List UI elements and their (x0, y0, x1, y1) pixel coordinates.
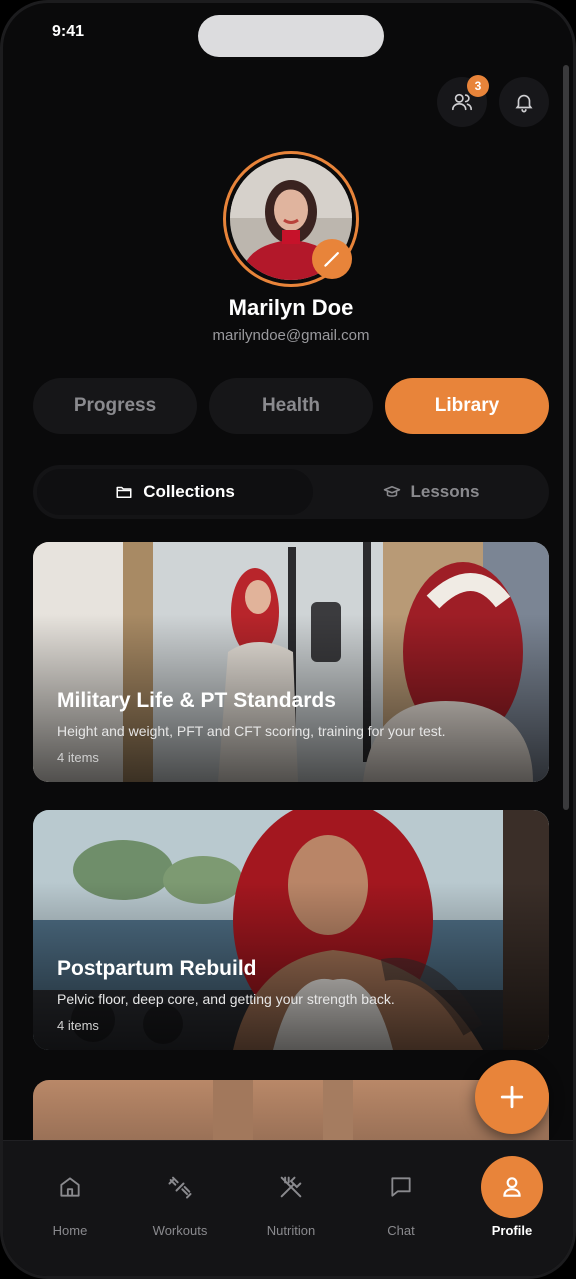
subtab-lessons-label: Lessons (410, 482, 480, 501)
nav-profile[interactable]: Profile (462, 1156, 562, 1238)
folder-icon (116, 486, 132, 498)
edit-avatar-button[interactable] (312, 239, 352, 279)
users-icon (452, 93, 472, 111)
subtab-lessons[interactable]: Lessons (317, 469, 545, 515)
collection-title: Postpartum Rebuild (57, 957, 257, 980)
bottom-tab-bar: Home Workouts Nutrition Chat Profile (3, 1140, 573, 1276)
nav-home-label: Home (52, 1223, 88, 1238)
nav-home[interactable]: Home (20, 1161, 120, 1238)
phone-screen: 9:41 3 Marilyn Doe marilyndoe@gmail.com … (0, 0, 576, 1279)
collection-count: 4 items (57, 1018, 99, 1033)
user-icon (503, 1177, 521, 1197)
notifications-button[interactable] (499, 77, 549, 127)
bell-icon (515, 94, 533, 113)
dynamic-island (198, 15, 384, 57)
collection-count: 4 items (57, 750, 99, 765)
nav-profile-label: Profile (491, 1223, 533, 1238)
pencil-icon (324, 252, 339, 267)
tab-library[interactable]: Library (385, 378, 549, 434)
nav-chat-label: Chat (387, 1223, 415, 1238)
friends-badge: 3 (467, 75, 489, 97)
tab-progress[interactable]: Progress (33, 378, 197, 434)
collection-card-partial[interactable] (33, 1080, 549, 1140)
nav-workouts-label: Workouts (152, 1223, 208, 1238)
card-gradient (33, 542, 549, 782)
dumbbell-icon (168, 1176, 192, 1199)
library-subtabs: Collections Lessons (33, 465, 549, 519)
subtab-collections[interactable]: Collections (37, 469, 313, 515)
collection-title: Military Life & PT Standards (57, 689, 336, 712)
nav-nutrition-label: Nutrition (266, 1223, 316, 1238)
nav-nutrition[interactable]: Nutrition (241, 1161, 341, 1238)
card-gradient (33, 810, 549, 1050)
collection-image (33, 1080, 549, 1140)
add-button[interactable] (475, 1060, 549, 1134)
profile-email: marilyndoe@gmail.com (212, 327, 370, 344)
utensils-icon (280, 1176, 302, 1198)
profile-name: Marilyn Doe (228, 295, 354, 320)
scrollbar[interactable] (563, 65, 569, 810)
status-time: 9:41 (52, 23, 85, 40)
home-icon (60, 1177, 80, 1197)
tab-health[interactable]: Health (209, 378, 373, 434)
friends-button[interactable]: 3 (437, 75, 489, 127)
chat-icon (391, 1177, 411, 1197)
subtab-collections-label: Collections (143, 482, 235, 501)
collection-card[interactable]: Military Life & PT Standards Height and … (33, 542, 549, 782)
plus-icon (500, 1085, 524, 1109)
collection-description: Pelvic floor, deep core, and getting you… (57, 991, 395, 1007)
nav-chat[interactable]: Chat (351, 1161, 451, 1238)
graduation-cap-icon (383, 486, 400, 497)
collection-description: Height and weight, PFT and CFT scoring, … (57, 723, 446, 739)
nav-workouts[interactable]: Workouts (130, 1161, 230, 1238)
collection-card[interactable]: Postpartum Rebuild Pelvic floor, deep co… (33, 810, 549, 1050)
